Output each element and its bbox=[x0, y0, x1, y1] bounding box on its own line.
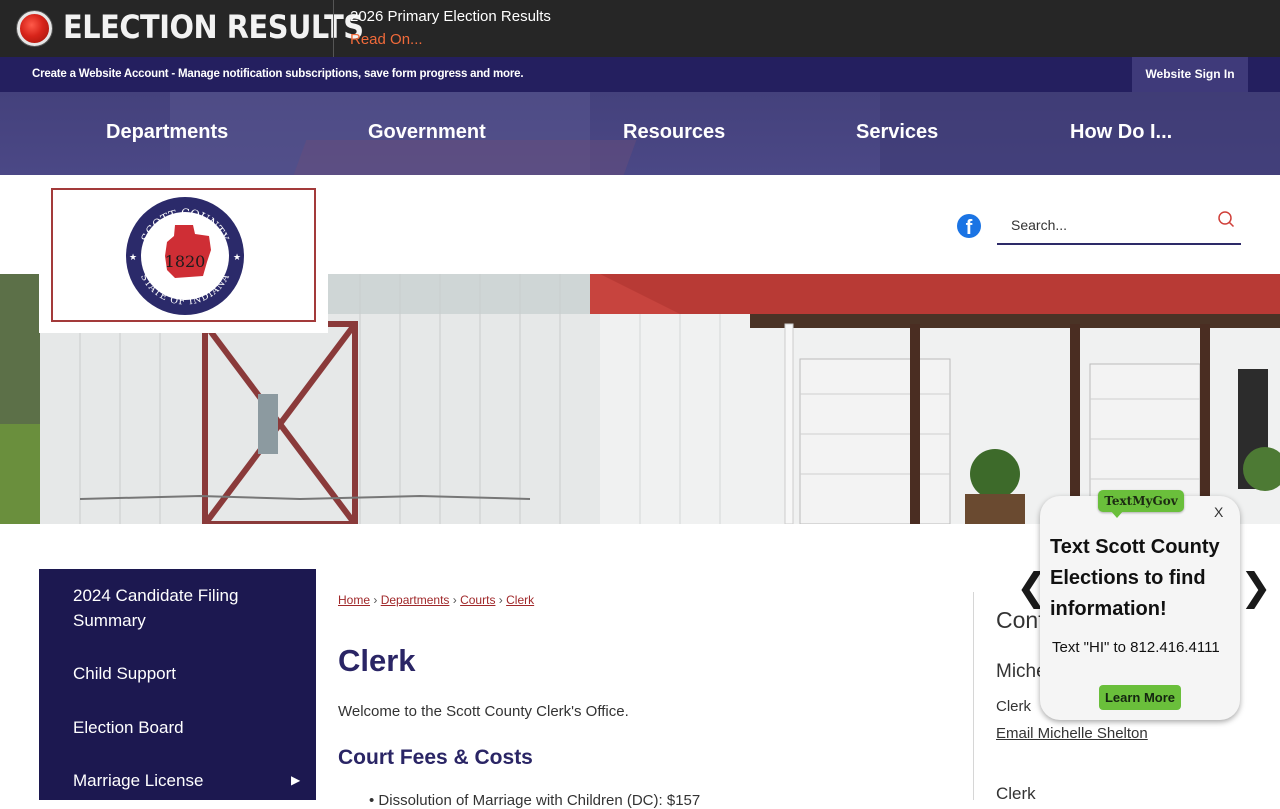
main-nav: Departments Government Resources Service… bbox=[0, 92, 1280, 175]
search-icon[interactable] bbox=[1217, 210, 1235, 228]
alert-dot-icon bbox=[17, 11, 52, 46]
website-sign-in-button[interactable]: Website Sign In bbox=[1132, 57, 1248, 92]
badge-tail bbox=[1110, 510, 1124, 518]
column-divider bbox=[973, 592, 974, 800]
email-contact-link[interactable]: Email Michelle Shelton bbox=[996, 725, 1148, 742]
alert-headline: 2026 Primary Election Results bbox=[350, 8, 551, 25]
textmygov-popup: TextMyGov X Text Scott County Elections … bbox=[1040, 490, 1240, 720]
logo-border: 1820 SCOTT COUNTY STATE OF INDIANA ★ ★ bbox=[51, 188, 316, 322]
svg-text:★: ★ bbox=[129, 252, 137, 262]
breadcrumb-home[interactable]: Home bbox=[338, 593, 370, 607]
county-logo-link[interactable]: 1820 SCOTT COUNTY STATE OF INDIANA ★ ★ bbox=[39, 176, 328, 333]
nav-item-departments[interactable]: Departments bbox=[106, 121, 228, 144]
nav-item-government[interactable]: Government bbox=[368, 121, 486, 144]
contact-subtitle: Clerk bbox=[996, 784, 1036, 803]
svg-text:1820: 1820 bbox=[165, 252, 206, 271]
breadcrumb-departments[interactable]: Departments bbox=[381, 593, 450, 607]
nav-item-how-do-i[interactable]: How Do I... bbox=[1070, 121, 1172, 144]
breadcrumb-separator: › bbox=[373, 593, 378, 607]
create-account-link[interactable]: Create a Website Account - Manage notifi… bbox=[32, 68, 524, 80]
fee-list-item: • Dissolution of Marriage with Children … bbox=[369, 792, 700, 809]
bullet-icon: • bbox=[369, 792, 379, 809]
account-bar: Create a Website Account - Manage notifi… bbox=[0, 57, 1280, 92]
popup-body: Text "HI" to 812.416.4111 bbox=[1052, 639, 1220, 656]
county-seal-logo: 1820 SCOTT COUNTY STATE OF INDIANA ★ ★ bbox=[126, 197, 244, 315]
search-input[interactable] bbox=[997, 211, 1207, 239]
breadcrumb-separator: › bbox=[452, 593, 457, 607]
alert-bar: ELECTION RESULTS 2026 Primary Election R… bbox=[0, 0, 1280, 57]
popup-heading: Text Scott County Elections to find info… bbox=[1050, 536, 1220, 620]
nav-background-shape bbox=[293, 140, 637, 175]
breadcrumb: Home › Departments › Courts › Clerk bbox=[338, 593, 534, 607]
popup-next-icon[interactable]: ❯ bbox=[1240, 565, 1272, 610]
sidebar-item-child-support[interactable]: Child Support bbox=[73, 661, 176, 686]
fee-text: Dissolution of Marriage with Children (D… bbox=[378, 792, 701, 809]
learn-more-button[interactable]: Learn More bbox=[1099, 685, 1181, 710]
page-title: Clerk bbox=[338, 643, 416, 678]
sidebar-item-marriage-license[interactable]: Marriage License bbox=[73, 768, 203, 793]
contact-role: Clerk bbox=[996, 698, 1032, 715]
textmygov-badge: TextMyGov bbox=[1098, 490, 1184, 512]
close-icon[interactable]: X bbox=[1214, 504, 1223, 520]
search-box bbox=[997, 207, 1241, 245]
breadcrumb-clerk[interactable]: Clerk bbox=[506, 593, 534, 607]
facebook-icon[interactable]: f bbox=[957, 214, 981, 239]
sidebar-item-candidate-filing[interactable]: 2024 Candidate Filing Summary bbox=[73, 583, 283, 633]
expand-arrow-icon[interactable]: ▶ bbox=[291, 773, 300, 787]
breadcrumb-separator: › bbox=[498, 593, 503, 607]
sidebar-item-election-board[interactable]: Election Board bbox=[73, 715, 184, 740]
alert-read-on-link[interactable]: Read On... bbox=[350, 31, 423, 48]
svg-text:★: ★ bbox=[233, 252, 241, 262]
alert-title: ELECTION RESULTS bbox=[63, 8, 364, 46]
alert-divider bbox=[333, 0, 334, 57]
breadcrumb-courts[interactable]: Courts bbox=[460, 593, 495, 607]
nav-item-resources[interactable]: Resources bbox=[623, 121, 725, 144]
welcome-text: Welcome to the Scott County Clerk's Offi… bbox=[338, 703, 629, 720]
nav-item-services[interactable]: Services bbox=[856, 121, 938, 144]
section-title: Court Fees & Costs bbox=[338, 746, 533, 769]
sidebar-nav: 2024 Candidate Filing Summary Child Supp… bbox=[39, 569, 316, 800]
